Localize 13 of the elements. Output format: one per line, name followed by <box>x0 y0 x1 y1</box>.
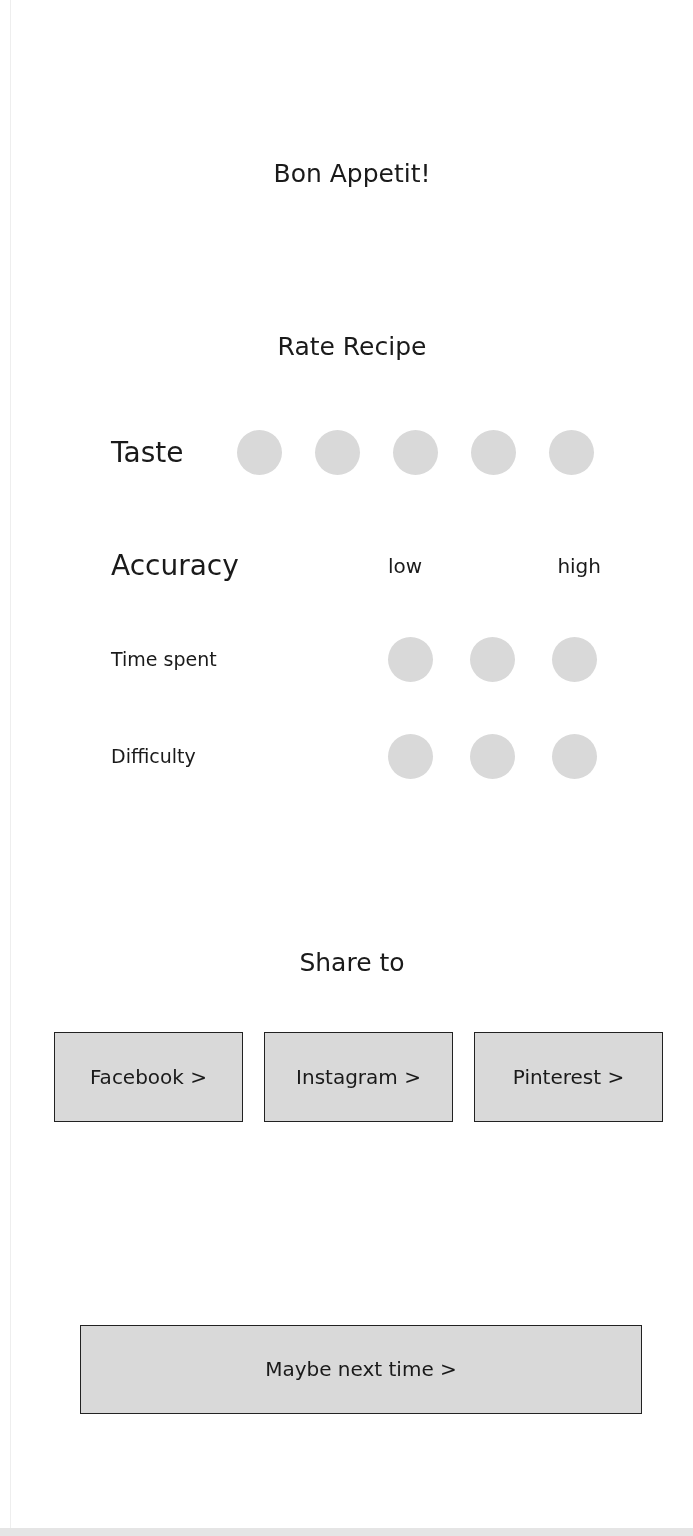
share-button[interactable]: Pinterest > <box>474 1031 663 1122</box>
rating-label: Taste <box>111 434 185 471</box>
share-button[interactable]: Instagram > <box>264 1031 453 1122</box>
section-heading: Rate Recipe <box>276 330 428 363</box>
scale-label: high <box>557 553 601 580</box>
rating-label: Accuracy <box>111 548 240 584</box>
rating-label: Difficulty <box>111 744 197 770</box>
scale-label: low <box>388 553 423 580</box>
skip-button[interactable]: Maybe next time > <box>80 1324 642 1414</box>
page-title: Bon Appetit! <box>272 158 432 190</box>
section-heading: Share to <box>298 947 406 979</box>
share-button[interactable]: Facebook > <box>54 1031 243 1122</box>
rating-label: Time spent <box>111 647 218 673</box>
